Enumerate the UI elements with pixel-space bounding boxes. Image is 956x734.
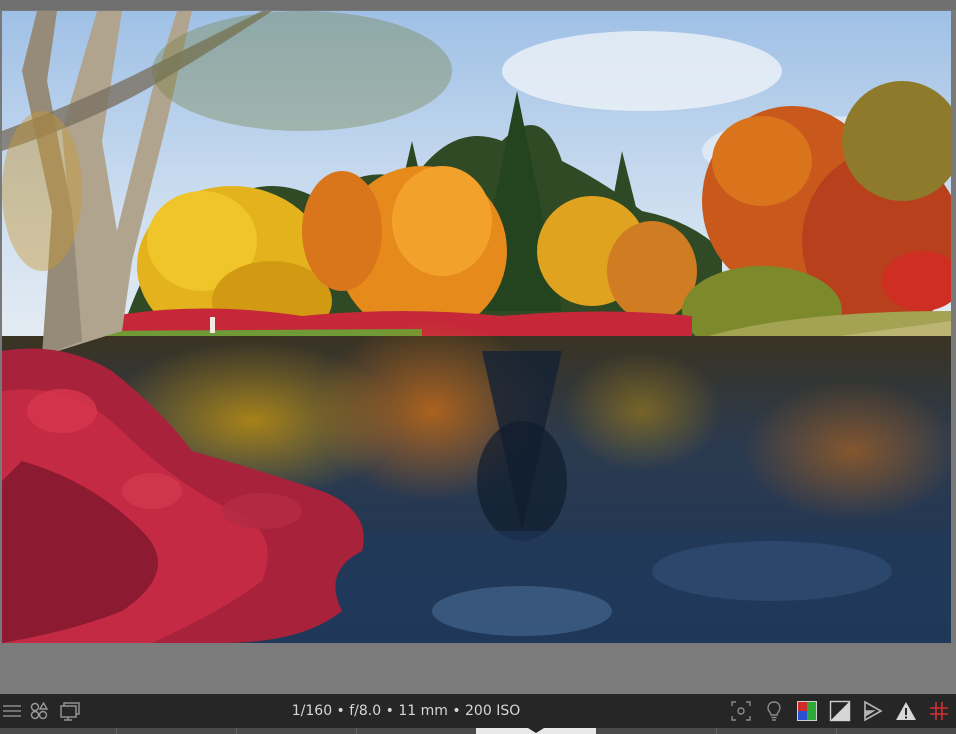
filmstrip-divider: [356, 728, 357, 734]
top-strip: [0, 0, 956, 10]
filmstrip-active-marker: [528, 728, 544, 733]
softproof-icon[interactable]: [861, 699, 885, 723]
filmstrip-edge[interactable]: [0, 728, 956, 734]
filmstrip-divider: [716, 728, 717, 734]
warning-icon[interactable]: [894, 699, 918, 723]
filmstrip-divider: [116, 728, 117, 734]
bottom-toolbar: 1/160 • f/8.0 • 11 mm • 200 ISO: [0, 694, 956, 728]
photo-canvas[interactable]: [2, 11, 951, 643]
contrast-icon[interactable]: [828, 699, 852, 723]
autumn-pond-photo: [2, 11, 951, 643]
canvas-padding: [0, 643, 956, 694]
color-grid-icon[interactable]: [795, 699, 819, 723]
photo-editor-window: 1/160 • f/8.0 • 11 mm • 200 ISO: [0, 0, 956, 734]
bulb-icon[interactable]: [762, 699, 786, 723]
filmstrip-divider: [836, 728, 837, 734]
exif-text: 1/160 • f/8.0 • 11 mm • 200 ISO: [291, 703, 521, 719]
focus-frame-icon[interactable]: [729, 699, 753, 723]
grid-icon[interactable]: [927, 699, 951, 723]
filmstrip-divider: [236, 728, 237, 734]
